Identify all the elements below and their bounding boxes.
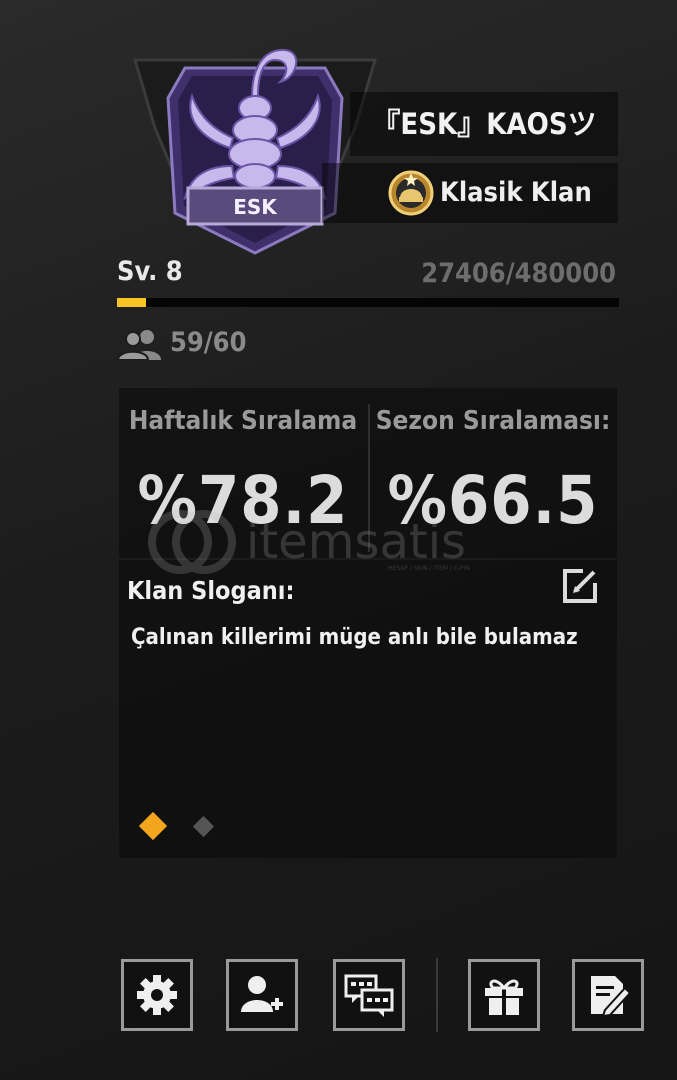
watermark-tagline: HESAP / SKIN / ITEM / E-PIN [388, 565, 470, 572]
edit-slogan-icon[interactable] [561, 567, 599, 605]
weekly-ranking-label: Haftalık Sıralama [128, 406, 358, 436]
clan-type: Klasik Klan [440, 177, 592, 208]
toolbar-separator [436, 958, 438, 1032]
gift-button[interactable] [468, 959, 540, 1031]
season-ranking-label: Sezon Sıralaması: [375, 406, 611, 436]
notes-button[interactable] [572, 959, 644, 1031]
chat-icon [344, 974, 394, 1017]
invite-member-button[interactable] [226, 959, 298, 1031]
members-icon [117, 330, 161, 360]
clan-level: Sv. 8 [117, 256, 183, 287]
classic-clan-icon [388, 170, 434, 216]
add-user-icon [241, 976, 283, 1012]
clan-xp: 27406/480000 [421, 258, 616, 289]
slogan-text: Çalınan killerimi müge anlı bile bulamaz [131, 625, 578, 650]
gift-icon [485, 979, 523, 1015]
emblem-tag: ESK [233, 195, 278, 219]
clan-name: 『ESK』KAOSツ [371, 107, 597, 141]
gear-icon [137, 975, 177, 1015]
watermark-text: itemsatis [246, 514, 466, 570]
edit-document-icon [591, 976, 631, 1018]
watermark-logo: itemsatis HESAP / SKIN / ITEM / E-PIN [148, 510, 470, 574]
clan-emblem: ESK [132, 48, 378, 255]
settings-button[interactable] [121, 959, 193, 1031]
xp-progress-fill [117, 298, 146, 307]
member-count: 59/60 [170, 327, 247, 358]
clan-chat-button[interactable] [333, 959, 405, 1031]
xp-progress-track [117, 298, 619, 307]
